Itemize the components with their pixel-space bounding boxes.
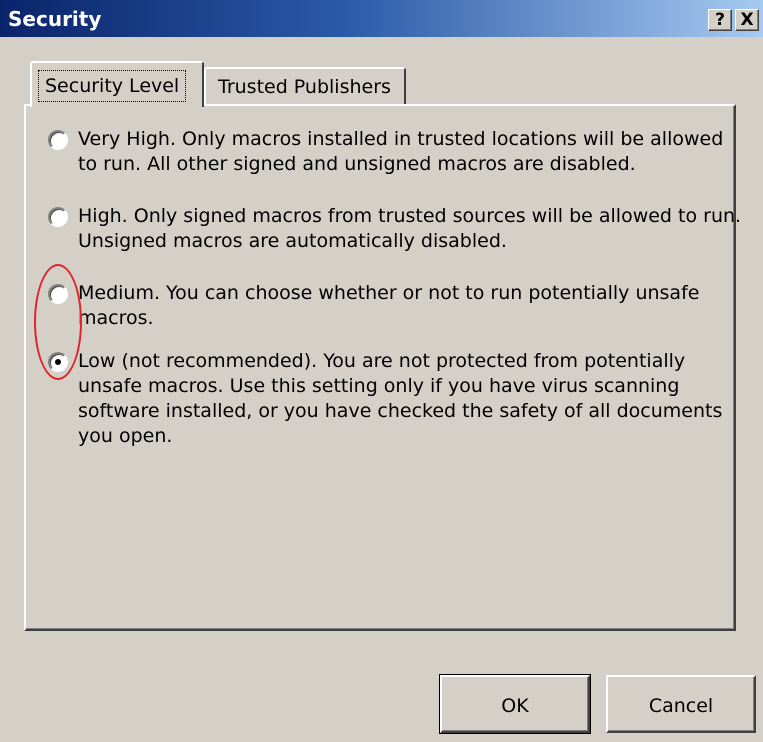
help-button[interactable]: ? xyxy=(708,9,732,31)
tab-trusted-publishers[interactable]: Trusted Publishers xyxy=(204,67,406,105)
window-title: Security xyxy=(8,7,102,31)
option-low-label: Low (not recommended). You are not prote… xyxy=(78,350,723,447)
close-button[interactable]: X xyxy=(735,9,759,31)
title-bar: Security ? X xyxy=(0,0,763,37)
annotation-circle xyxy=(34,264,82,380)
option-very-high-label: Very High. Only macros installed in trus… xyxy=(78,128,724,175)
ok-button[interactable]: OK xyxy=(439,674,591,734)
tab-security-level[interactable]: Security Level xyxy=(30,61,204,107)
cancel-button[interactable]: Cancel xyxy=(606,675,756,733)
tab-security-level-label: Security Level xyxy=(38,70,187,102)
radio-very-high[interactable] xyxy=(48,130,68,150)
option-high-label: High. Only signed macros from trusted so… xyxy=(78,205,742,252)
option-medium-label: Medium. You can choose whether or not to… xyxy=(78,282,700,329)
tab-trusted-publishers-label: Trusted Publishers xyxy=(218,76,391,98)
radio-high[interactable] xyxy=(48,207,68,227)
